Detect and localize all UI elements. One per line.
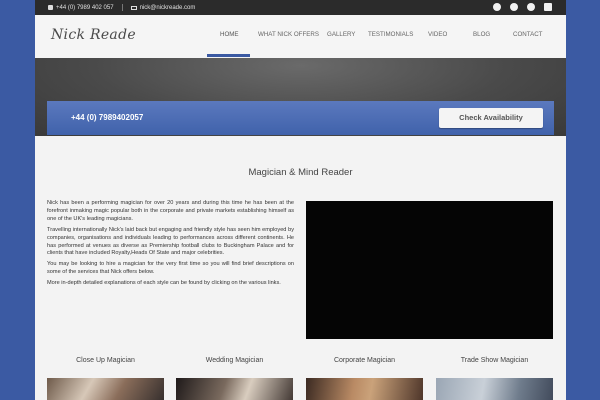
topbar-phone[interactable]: +44 (0) 7989 402 057 [56,5,114,11]
nav-contact[interactable]: CONTACT [513,31,542,38]
service-close-up-image[interactable] [47,378,164,400]
service-trade-show-label[interactable]: Trade Show Magician [436,357,553,364]
contact-info: +44 (0) 7989 402 057 nick@nickreade.com [48,4,195,11]
service-wedding-image[interactable] [176,378,293,400]
intro-paragraph: More in-depth detailed explanations of e… [47,280,281,287]
nav-blog[interactable]: BLOG [473,31,490,38]
site-header: Nick Reade HOME WHAT NICK OFFERS GALLERY… [35,15,566,58]
check-availability-button[interactable]: Check Availability [439,108,543,128]
active-nav-indicator [207,54,250,57]
twitter-icon[interactable] [510,3,518,11]
service-close-up-label[interactable]: Close Up Magician [47,357,164,364]
hero-section: +44 (0) 7989402057 Check Availability [35,58,566,136]
intro-paragraph: Travelling internationally Nick's laid b… [47,226,294,257]
phone-icon [48,5,53,10]
nav-what-nick-offers[interactable]: WHAT NICK OFFERS [258,31,319,38]
top-bar: +44 (0) 7989 402 057 nick@nickreade.com [35,0,566,15]
video-player[interactable] [306,201,553,339]
topbar-email[interactable]: nick@nickreade.com [140,5,196,11]
nav-home[interactable]: HOME [220,31,239,38]
service-corporate-image[interactable] [306,378,423,400]
banner-phone[interactable]: +44 (0) 7989402057 [71,113,143,122]
intro-text: Nick has been a performing magician for … [47,200,294,291]
facebook-icon[interactable] [493,3,501,11]
pinterest-icon[interactable] [527,3,535,11]
service-wedding-label[interactable]: Wedding Magician [176,357,293,364]
nav-video[interactable]: VIDEO [428,31,447,38]
intro-paragraph: You may be looking to hire a magician fo… [47,261,294,276]
divider [121,4,123,11]
availability-banner: +44 (0) 7989402057 Check Availability [47,101,554,135]
main-content: Magician & Mind Reader Nick has been a p… [35,136,566,400]
social-links [493,3,552,11]
nav-gallery[interactable]: GALLERY [327,31,355,38]
service-trade-show-image[interactable] [436,378,553,400]
intro-paragraph: Nick has been a performing magician for … [47,200,294,222]
nav-testimonials[interactable]: TESTIMONIALS [368,31,413,38]
mail-icon [130,5,137,10]
linkedin-icon[interactable] [544,3,552,11]
service-corporate-label[interactable]: Corporate Magician [306,357,423,364]
main-nav: HOME WHAT NICK OFFERS GALLERY TESTIMONIA… [35,15,566,58]
page-title: Magician & Mind Reader [248,167,353,178]
